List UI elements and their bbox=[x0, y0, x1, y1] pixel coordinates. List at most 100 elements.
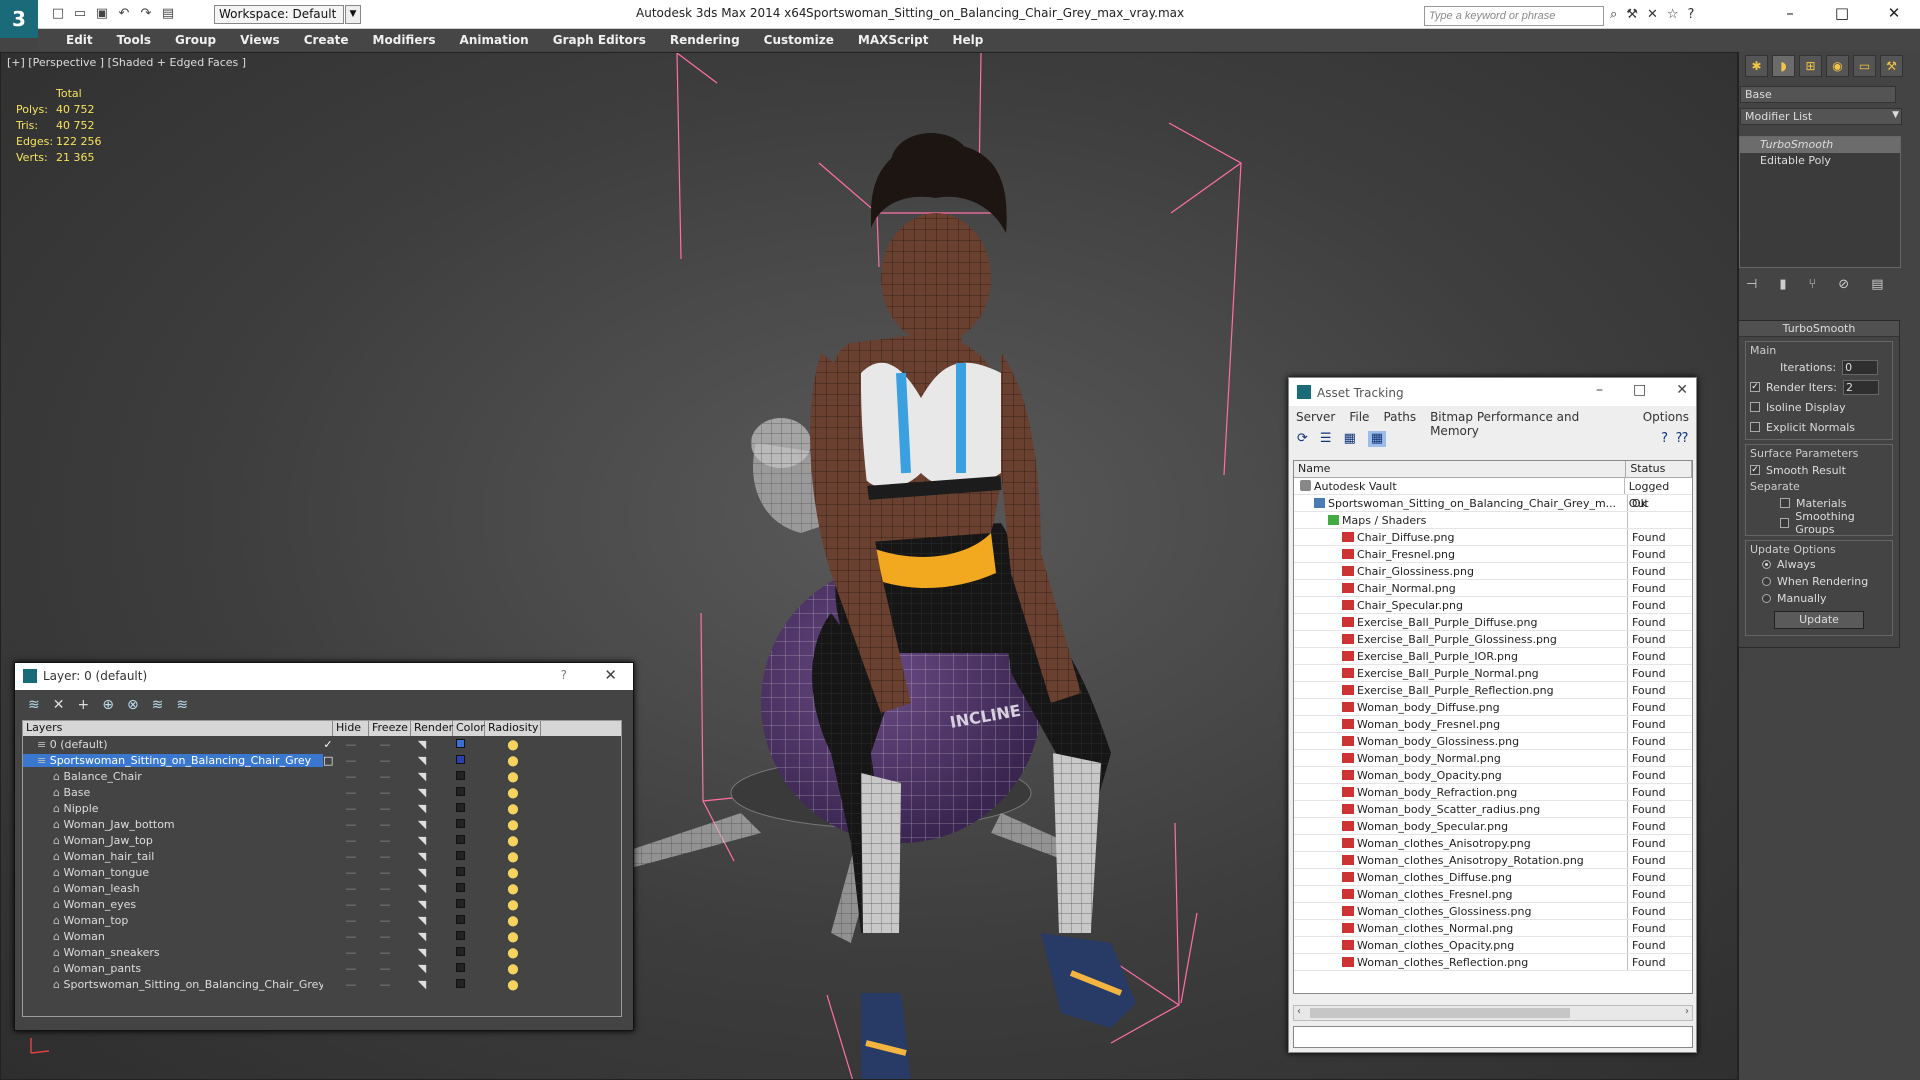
asset-name[interactable]: Woman_clothes_Fresnel.png bbox=[1294, 886, 1628, 902]
layer-row[interactable]: ⌂ Nipple — — ◥ ⬤ bbox=[23, 800, 621, 816]
color-swatch[interactable] bbox=[455, 786, 465, 796]
freeze-toggle[interactable]: — bbox=[369, 738, 401, 751]
menu-item-help[interactable]: Help bbox=[940, 33, 995, 47]
color-swatch[interactable] bbox=[455, 930, 465, 940]
radiosity-icon[interactable]: ⬤ bbox=[477, 914, 549, 927]
menu-item-customize[interactable]: Customize bbox=[752, 33, 846, 47]
layer-name[interactable]: ⌂ Woman_top bbox=[23, 914, 323, 927]
maximize-icon[interactable]: □ bbox=[1816, 0, 1868, 28]
menu-item-views[interactable]: Views bbox=[228, 33, 292, 47]
col-layers[interactable]: Layers bbox=[23, 721, 333, 736]
delete-layer-icon[interactable]: ✕ bbox=[53, 697, 65, 713]
binoculars-icon[interactable]: ⌕ bbox=[1610, 7, 1617, 22]
rollout-header[interactable]: TurboSmooth bbox=[1739, 321, 1899, 337]
hide-toggle[interactable]: — bbox=[333, 818, 369, 831]
asset-row[interactable]: Chair_Normal.png Found bbox=[1294, 580, 1692, 597]
asset-row[interactable]: Woman_body_Fresnel.png Found bbox=[1294, 716, 1692, 733]
render-toggle-icon[interactable]: ◥ bbox=[401, 882, 443, 895]
freeze-toggle[interactable]: — bbox=[369, 818, 401, 831]
asset-name[interactable]: Chair_Fresnel.png bbox=[1294, 546, 1628, 562]
layer-row[interactable]: ⌂ Base — — ◥ ⬤ bbox=[23, 784, 621, 800]
close-icon[interactable]: ✕ bbox=[1868, 0, 1920, 28]
asset-row[interactable]: Woman_body_Normal.png Found bbox=[1294, 750, 1692, 767]
render-toggle-icon[interactable]: ◥ bbox=[401, 898, 443, 911]
asset-name[interactable]: Autodesk Vault bbox=[1294, 478, 1625, 494]
asset-menu-bitmap-performance-and-memory[interactable]: Bitmap Performance and Memory bbox=[1430, 410, 1629, 438]
minimize-icon[interactable]: – bbox=[1764, 0, 1816, 28]
asset-name[interactable]: Woman_clothes_Reflection.png bbox=[1294, 954, 1628, 970]
layer-color-swatch[interactable] bbox=[443, 898, 477, 911]
render-iters-checkbox[interactable]: ✓ bbox=[1750, 382, 1760, 392]
render-toggle-icon[interactable]: ◥ bbox=[401, 834, 443, 847]
select-objects-icon[interactable]: ⊕ bbox=[102, 697, 114, 713]
layer-name[interactable]: ⌂ Woman_hair_tail bbox=[23, 850, 323, 863]
layer-name[interactable]: ⌂ Woman_pants bbox=[23, 962, 323, 975]
layer-name[interactable]: ⌂ Balance_Chair bbox=[23, 770, 323, 783]
hide-toggle[interactable]: — bbox=[333, 802, 369, 815]
layer-color-swatch[interactable] bbox=[443, 930, 477, 943]
layer-name[interactable]: ⌂ Base bbox=[23, 786, 323, 799]
make-unique-icon[interactable]: ⑂ bbox=[1808, 277, 1816, 292]
maximize-icon[interactable]: □ bbox=[1633, 382, 1646, 398]
asset-row[interactable]: Woman_body_Opacity.png Found bbox=[1294, 767, 1692, 784]
hide-toggle[interactable]: — bbox=[333, 898, 369, 911]
asset-dialog-titlebar[interactable]: Asset Tracking – □ ✕ bbox=[1289, 378, 1696, 406]
freeze-toggle[interactable]: — bbox=[369, 786, 401, 799]
freeze-toggle[interactable]: — bbox=[369, 978, 401, 991]
communication-icon[interactable]: ✕ bbox=[1647, 7, 1658, 22]
redo-icon[interactable]: ↷ bbox=[138, 6, 154, 22]
layer-color-swatch[interactable] bbox=[443, 882, 477, 895]
col-hide[interactable]: Hide bbox=[333, 721, 369, 736]
col-freeze[interactable]: Freeze bbox=[369, 721, 411, 736]
radiosity-icon[interactable]: ⬤ bbox=[477, 834, 549, 847]
asset-name[interactable]: Exercise_Ball_Purple_Normal.png bbox=[1294, 665, 1628, 681]
layer-color-swatch[interactable] bbox=[443, 978, 477, 991]
render-toggle-icon[interactable]: ◥ bbox=[401, 754, 443, 767]
asset-row[interactable]: Woman_clothes_Glossiness.png Found bbox=[1294, 903, 1692, 920]
open-file-icon[interactable]: ▭ bbox=[72, 6, 88, 22]
color-swatch[interactable] bbox=[455, 962, 465, 972]
render-toggle-icon[interactable]: ◥ bbox=[401, 914, 443, 927]
search-input[interactable] bbox=[1424, 6, 1604, 26]
asset-row[interactable]: Chair_Glossiness.png Found bbox=[1294, 563, 1692, 580]
asset-row[interactable]: Woman_clothes_Diffuse.png Found bbox=[1294, 869, 1692, 886]
scroll-left-icon[interactable]: ‹ bbox=[1297, 1006, 1301, 1017]
configure-sets-icon[interactable]: ▤ bbox=[1871, 277, 1883, 292]
hide-toggle[interactable]: — bbox=[333, 882, 369, 895]
col-render[interactable]: Render bbox=[411, 721, 453, 736]
color-swatch[interactable] bbox=[455, 946, 465, 956]
project-folder-icon[interactable]: ▤ bbox=[160, 6, 176, 22]
freeze-toggle[interactable]: — bbox=[369, 834, 401, 847]
freeze-toggle[interactable]: — bbox=[369, 754, 401, 767]
current-layer-marker[interactable]: ✓ bbox=[323, 738, 333, 751]
asset-row[interactable]: Chair_Specular.png Found bbox=[1294, 597, 1692, 614]
always-radio[interactable] bbox=[1762, 560, 1771, 569]
asset-row[interactable]: Woman_body_Scatter_radius.png Found bbox=[1294, 801, 1692, 818]
menu-item-maxscript[interactable]: MAXScript bbox=[846, 33, 941, 47]
tree-view-icon[interactable]: ▦ bbox=[1344, 431, 1356, 447]
favorites-star-icon[interactable]: ☆ bbox=[1667, 7, 1679, 22]
radiosity-icon[interactable]: ⬤ bbox=[477, 770, 549, 783]
asset-name[interactable]: Woman_clothes_Diffuse.png bbox=[1294, 869, 1628, 885]
menu-item-rendering[interactable]: Rendering bbox=[658, 33, 752, 47]
render-toggle-icon[interactable]: ◥ bbox=[401, 786, 443, 799]
asset-name[interactable]: Maps / Shaders bbox=[1294, 512, 1628, 528]
render-toggle-icon[interactable]: ◥ bbox=[401, 946, 443, 959]
hide-toggle[interactable]: — bbox=[333, 866, 369, 879]
layer-color-swatch[interactable] bbox=[443, 754, 477, 767]
layer-color-swatch[interactable] bbox=[443, 834, 477, 847]
color-swatch[interactable] bbox=[455, 802, 465, 812]
utilities-tab-icon[interactable]: ⚒ bbox=[1880, 55, 1903, 77]
motion-tab-icon[interactable]: ◉ bbox=[1826, 55, 1849, 77]
freeze-toggle[interactable]: — bbox=[369, 930, 401, 943]
list-view-icon[interactable]: ☰ bbox=[1320, 431, 1332, 447]
workspace-select[interactable]: Workspace: Default ▼ bbox=[214, 5, 361, 24]
help-icon[interactable]: ? bbox=[1661, 431, 1668, 447]
radiosity-icon[interactable]: ⬤ bbox=[477, 802, 549, 815]
menu-item-modifiers[interactable]: Modifiers bbox=[361, 33, 448, 47]
layer-row[interactable]: ⌂ Woman_sneakers — — ◥ ⬤ bbox=[23, 944, 621, 960]
freeze-toggle[interactable]: — bbox=[369, 898, 401, 911]
radiosity-icon[interactable]: ⬤ bbox=[477, 738, 549, 751]
manually-radio[interactable] bbox=[1762, 594, 1771, 603]
asset-row[interactable]: Woman_body_Specular.png Found bbox=[1294, 818, 1692, 835]
